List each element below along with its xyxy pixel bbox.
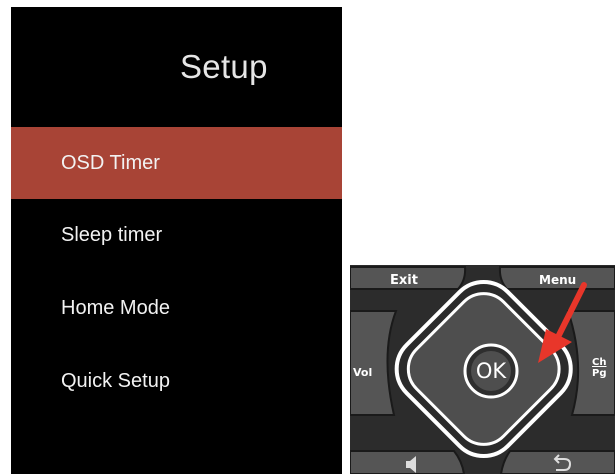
menu-item-home-mode[interactable]: Home Mode [11,272,342,345]
ok-button-label: OK [475,359,507,383]
exit-key-label: Exit [390,273,418,288]
menu-item-sleep-timer[interactable]: Sleep timer [11,199,342,272]
vol-key-label: Vol [353,366,373,379]
menu-item-quick-setup[interactable]: Quick Setup [11,345,342,418]
menu-key-label: Menu [539,273,577,287]
ch-label: Ch [592,357,607,368]
menu-title: Setup [180,48,268,85]
menu-list: OSD Timer Sleep timer Home Mode Quick Se… [11,127,342,418]
pg-label: Pg [592,368,607,379]
menu-item-osd-timer[interactable]: OSD Timer [11,127,342,199]
ch-pg-key-label: Ch Pg [592,357,607,379]
remote-control-closeup: Exit Menu Vol OK Ch Pg [350,265,615,474]
vol-key[interactable] [350,310,398,416]
tv-setup-menu: Setup OSD Timer Sleep timer Home Mode Qu… [11,7,342,474]
